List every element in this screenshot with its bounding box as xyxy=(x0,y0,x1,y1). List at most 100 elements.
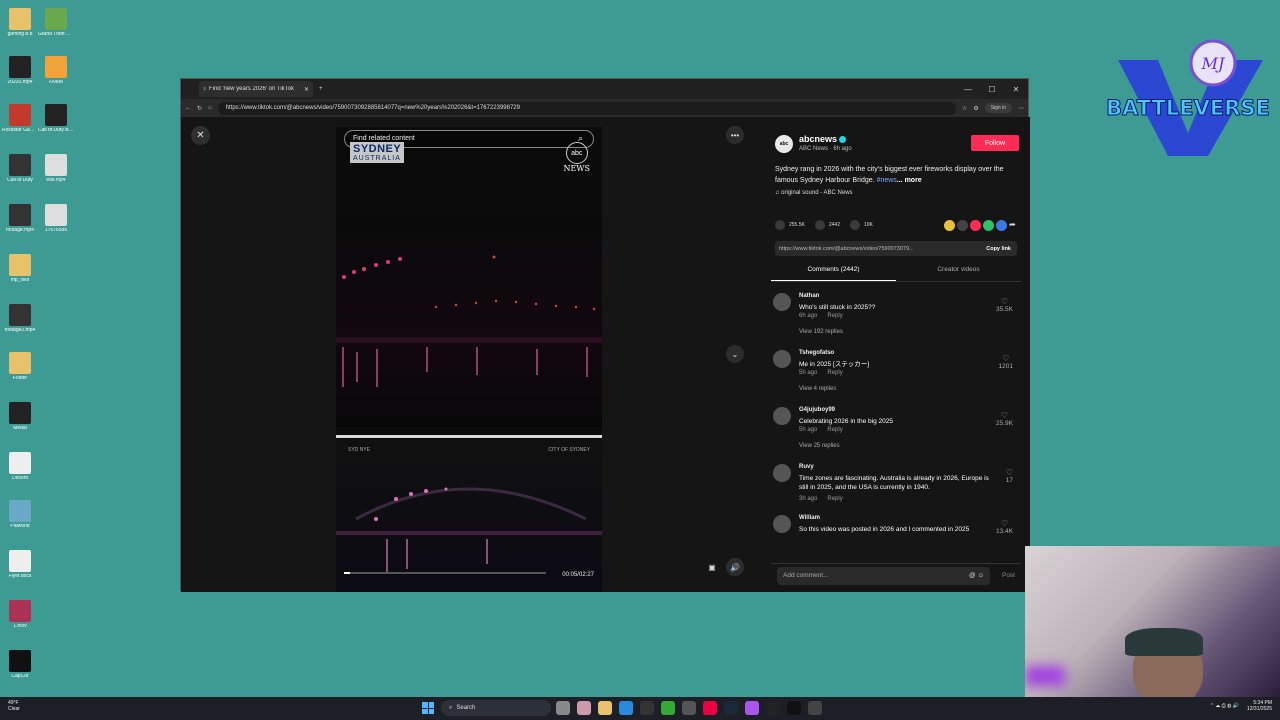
back-icon[interactable]: ← xyxy=(185,105,191,111)
save-stat[interactable]: 10K xyxy=(849,220,873,230)
refresh-icon[interactable]: ↻ xyxy=(197,105,202,112)
comment-author[interactable]: Ruvy xyxy=(799,464,814,470)
medal-icon[interactable] xyxy=(766,701,780,715)
taskbar-search[interactable]: ⌕ Search xyxy=(441,700,551,716)
tray-icons[interactable]: ⌃ ☁ ⎙ ◍ 🔊 xyxy=(1210,703,1239,709)
tab-comments[interactable]: Comments (2442) xyxy=(771,266,896,281)
tab-creator-videos[interactable]: Creator videos xyxy=(896,266,1021,281)
share-icon[interactable] xyxy=(970,219,981,231)
video-progress-bar[interactable] xyxy=(344,572,546,574)
sound-row[interactable]: ♫ original sound - ABC News xyxy=(775,190,853,196)
desktop-icon[interactable]: footage.mp4 xyxy=(2,204,38,234)
app-icon[interactable] xyxy=(745,701,759,715)
author-name[interactable]: abcnews xyxy=(799,134,847,144)
url-field[interactable]: https://www.tiktok.com/@abcnews/video/75… xyxy=(217,101,956,115)
desktop-icon[interactable]: edit.mp4 xyxy=(38,154,74,184)
store-icon[interactable] xyxy=(682,701,696,715)
reply-button[interactable]: Reply xyxy=(827,370,842,376)
like-stat[interactable]: 255.5K xyxy=(775,220,805,230)
close-tab-icon[interactable]: ✕ xyxy=(304,86,309,93)
comment-avatar[interactable] xyxy=(773,464,791,482)
capcut-icon[interactable] xyxy=(787,701,801,715)
desktop-icon[interactable]: Decent xyxy=(2,452,38,482)
close-window-button[interactable]: ✕ xyxy=(1004,79,1028,99)
desktop-icon[interactable]: Flyer.docx xyxy=(2,550,38,580)
xbox-icon[interactable] xyxy=(661,701,675,715)
caption-more[interactable]: ... more xyxy=(897,177,922,184)
comment-like[interactable]: ♡ 35.5K xyxy=(996,297,1013,313)
comment-avatar[interactable] xyxy=(773,293,791,311)
reply-button[interactable]: Reply xyxy=(827,496,842,502)
comment-author[interactable]: Tshegofatso xyxy=(799,350,834,356)
desktop-icon[interactable]: Medal xyxy=(2,402,38,432)
desktop-icon[interactable]: Call of Duty xyxy=(2,154,38,184)
extensions-icon[interactable]: ⚙ xyxy=(973,105,978,112)
close-video-button[interactable]: ✕ xyxy=(191,126,210,145)
caption-tag[interactable]: #news xyxy=(877,177,897,184)
app-icon[interactable] xyxy=(808,701,822,715)
desktop-icon[interactable]: FiveM xyxy=(38,56,74,86)
desktop-icon[interactable]: 1.mov xyxy=(2,600,38,630)
app-icon[interactable] xyxy=(577,701,591,715)
desktop-icon[interactable]: Folder xyxy=(2,352,38,382)
app-icon[interactable] xyxy=(640,701,654,715)
edge-icon[interactable] xyxy=(619,701,633,715)
comment-like[interactable]: ♡ 13.4K xyxy=(996,519,1013,535)
signin-button[interactable]: Sign in xyxy=(984,103,1012,113)
pip-icon[interactable]: ▣ xyxy=(703,558,721,576)
comment-stat[interactable]: 2442 xyxy=(814,220,840,230)
reply-button[interactable]: Reply xyxy=(827,427,842,433)
home-icon[interactable]: ⌂ xyxy=(208,105,212,111)
comment-author[interactable]: Nathan xyxy=(799,293,819,299)
view-replies-button[interactable]: View 25 replies xyxy=(799,443,840,449)
share-arrow-icon[interactable]: ➦ xyxy=(1009,220,1020,231)
comment-like[interactable]: ♡ 17 xyxy=(1006,468,1013,484)
comment-like[interactable]: ♡ 1201 xyxy=(999,354,1013,370)
comment-avatar[interactable] xyxy=(773,350,791,368)
desktop-icon[interactable]: mp_files xyxy=(2,254,38,284)
clock[interactable]: 5:34 PM 12/31/2025 xyxy=(1247,700,1272,712)
desktop-icon[interactable]: Palworld xyxy=(2,500,38,530)
next-video-button[interactable]: ⌄ xyxy=(726,345,744,363)
start-button[interactable] xyxy=(422,702,434,714)
post-button[interactable]: Post xyxy=(1002,572,1015,579)
comment-author[interactable]: G4jujuboy99 xyxy=(799,407,835,413)
add-comment-input[interactable]: Add comment... @ ☺ xyxy=(777,566,990,585)
star-icon[interactable]: ☆ xyxy=(962,105,967,112)
desktop-icon[interactable]: footage2.mp4 xyxy=(2,304,38,334)
chrome-icon[interactable] xyxy=(703,701,717,715)
whatsapp-icon[interactable] xyxy=(983,219,994,231)
task-view-icon[interactable] xyxy=(556,701,570,715)
desktop-icon[interactable]: Rockstar Games xyxy=(2,104,38,134)
volume-icon[interactable]: 🔊 xyxy=(726,558,744,576)
desktop-icon[interactable]: CapCut xyxy=(2,650,38,680)
comment-author[interactable]: William xyxy=(799,515,820,521)
view-replies-button[interactable]: View 192 replies xyxy=(799,329,843,335)
comment-avatar[interactable] xyxy=(773,407,791,425)
desktop-icon[interactable]: 17676586 xyxy=(38,204,74,234)
facebook-icon[interactable] xyxy=(996,219,1007,231)
weather-widget[interactable]: 49°F Clear xyxy=(8,700,20,712)
new-tab-icon[interactable]: + xyxy=(319,86,323,92)
copy-link-button[interactable]: Copy link xyxy=(980,246,1017,252)
browser-tab[interactable]: ♪ Find 'new years 2026' on TikTok ✕ xyxy=(199,81,313,97)
more-icon[interactable]: ⋯ xyxy=(1018,105,1024,112)
comment-like[interactable]: ♡ 25.9K xyxy=(996,411,1013,427)
follow-button[interactable]: Follow xyxy=(971,135,1019,151)
reply-button[interactable]: Reply xyxy=(827,313,842,319)
minimize-button[interactable]: — xyxy=(956,79,980,99)
share-icon[interactable] xyxy=(944,219,955,231)
desktop-icon[interactable]: gaming b.b xyxy=(2,8,38,38)
author-avatar[interactable]: abc xyxy=(775,135,793,153)
steam-icon[interactable] xyxy=(724,701,738,715)
video-player[interactable]: Find related content ⌕ SYDNEY AUSTRALIA … xyxy=(336,127,602,592)
embed-icon[interactable] xyxy=(957,219,968,231)
mention-icon[interactable]: @ ☺ xyxy=(969,572,984,579)
maximize-button[interactable]: ☐ xyxy=(980,79,1004,99)
file-explorer-icon[interactable] xyxy=(598,701,612,715)
desktop-icon[interactable]: Call of Duty Black Ops xyxy=(38,104,74,134)
more-options-button[interactable]: ••• xyxy=(726,126,744,144)
desktop-icon[interactable]: Grand Theft Auto V xyxy=(38,8,74,38)
desktop-icon[interactable]: 20231.mp4 xyxy=(2,56,38,86)
view-replies-button[interactable]: View 4 replies xyxy=(799,386,836,392)
